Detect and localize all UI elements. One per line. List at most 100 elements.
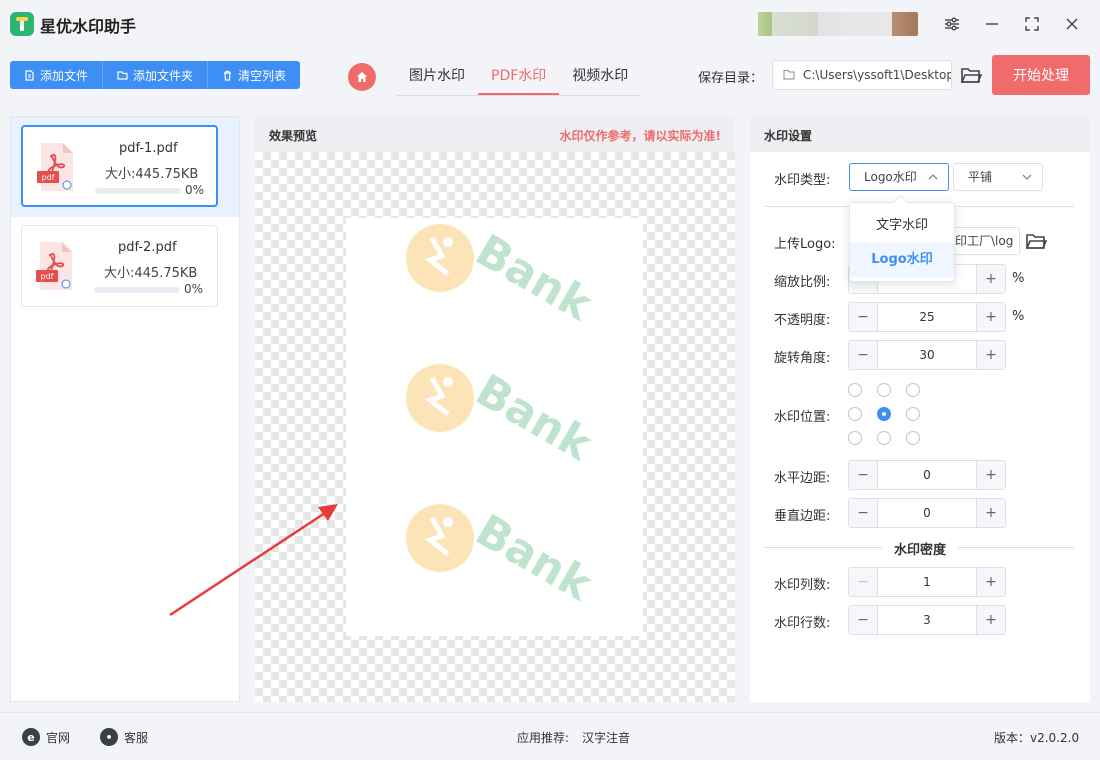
opacity-stepper[interactable]: − 25 + [848,302,1006,332]
position-top-left[interactable] [848,383,862,397]
vmargin-increase-button[interactable]: + [976,499,1005,527]
file-name: pdf-2.pdf [118,240,177,255]
ie-icon: e [22,728,40,746]
file-progress-text: 0% [184,282,204,296]
tab-pdf-watermark[interactable]: PDF水印 [478,58,560,95]
settings-header: 水印设置 [750,116,1090,152]
minimize-icon[interactable] [978,10,1006,38]
density-section-title: 水印密度 [750,539,1090,558]
vertical-margin-stepper[interactable]: − 0 + [848,498,1006,528]
chevron-down-icon [1022,174,1032,180]
opacity-decrease-button[interactable]: − [849,303,878,331]
layout-mode-select[interactable]: 平铺 [953,163,1043,191]
hmargin-decrease-button[interactable]: − [849,461,878,489]
watermark-text: Bank [467,365,601,472]
official-site-link[interactable]: e 官网 [22,728,70,746]
position-top-center[interactable] [877,383,891,397]
watermark-type-select[interactable]: Logo水印 [849,163,949,191]
file-progress-bar [94,287,180,293]
version-text: 版本：v2.0.2.0 [994,731,1080,745]
rows-increase-button[interactable]: + [976,606,1005,634]
position-bottom-right[interactable] [906,431,920,445]
opacity-unit: % [1012,309,1025,324]
customer-service-link[interactable]: • 客服 [100,728,148,746]
add-folder-button[interactable]: 添加文件夹 [103,61,209,89]
settings-sliders-icon[interactable] [938,10,966,38]
file-progress-text: 0% [185,183,205,197]
browse-folder-icon[interactable] [1025,231,1047,251]
columns-label: 水印列数: [774,578,831,593]
file-name: pdf-1.pdf [119,141,178,156]
file-size: 大小:445.75KB [105,167,199,182]
save-dir-path: C:\Users\yssoft1\Desktop [803,68,952,82]
maximize-icon[interactable] [1018,10,1046,38]
rows-stepper[interactable]: − 3 + [848,605,1006,635]
upload-logo-label: 上传Logo: [774,237,836,252]
pdf-file-icon: pdf [37,143,73,191]
watermark-type-tabs: 图片水印 PDF水印 视频水印 [396,58,642,96]
file-size: 大小:445.75KB [104,266,198,281]
hmargin-increase-button[interactable]: + [976,461,1005,489]
vmargin-decrease-button[interactable]: − [849,499,878,527]
rows-decrease-button[interactable]: − [849,606,878,634]
horizontal-margin-stepper[interactable]: − 0 + [848,460,1006,490]
opacity-label: 不透明度: [774,313,831,328]
position-label: 水印位置: [774,410,831,425]
preview-title: 效果预览 [269,129,318,143]
clear-list-button[interactable]: 清空列表 [208,61,301,89]
watermark-text: Bank [467,505,601,612]
watermark-type-dropdown: 文字水印 Logo水印 [849,202,955,282]
start-process-button[interactable]: 开始处理 [992,55,1090,95]
trash-icon [224,70,232,81]
scale-increase-button[interactable]: + [976,265,1005,293]
app-title: 星优水印助手 [40,17,137,36]
dropdown-option-text-watermark[interactable]: 文字水印 [850,209,954,243]
opacity-increase-button[interactable]: + [976,303,1005,331]
position-top-right[interactable] [906,383,920,397]
add-file-button[interactable]: 添加文件 [10,61,104,89]
dropdown-option-logo-watermark[interactable]: Logo水印 [850,243,954,277]
preview-page: Bank Bank Bank [346,218,643,636]
upload-logo-input[interactable]: 印工厂\log [950,227,1020,255]
file-item[interactable]: pdf pdf-1.pdf 大小:445.75KB 0% [21,125,218,207]
rotation-increase-button[interactable]: + [976,341,1005,369]
recommend-label: 应用推荐: [517,731,570,745]
recommend-app-link[interactable]: 汉字注音 [582,729,630,746]
settings-title: 水印设置 [764,129,813,143]
footer: e 官网 • 客服 应用推荐: 汉字注音 版本：v2.0.2.0 [0,712,1100,760]
vertical-margin-label: 垂直边距: [774,509,831,524]
watermark-logo: Bank [406,504,601,612]
tab-video-watermark[interactable]: 视频水印 [559,58,641,95]
watermark-text: Bank [467,225,601,332]
columns-increase-button[interactable]: + [976,568,1005,596]
home-button[interactable] [348,63,376,91]
svg-text:pdf: pdf [42,173,55,182]
watermark-type-label: 水印类型: [774,173,831,188]
user-avatar[interactable] [758,12,918,36]
annotation-arrow [169,504,338,617]
file-item[interactable]: pdf pdf-2.pdf 大小:445.75KB 0% [21,225,218,307]
preview-note: 水印仅作参考，请以实际为准! [559,129,721,143]
scale-label: 缩放比例: [774,275,831,290]
position-bottom-left[interactable] [848,431,862,445]
rotation-stepper[interactable]: − 30 + [848,340,1006,370]
file-icon [25,69,34,81]
rows-label: 水印行数: [774,616,831,631]
rotation-decrease-button[interactable]: − [849,341,878,369]
position-center[interactable] [877,407,891,421]
chat-icon: • [100,728,118,746]
columns-stepper[interactable]: − 1 + [848,567,1006,597]
save-dir-input[interactable]: C:\Users\yssoft1\Desktop [772,60,952,90]
home-icon [357,72,367,82]
position-middle-left[interactable] [848,407,862,421]
browse-folder-icon[interactable] [960,64,982,86]
save-dir-label: 保存目录： [698,71,764,86]
title-bar: 星优水印助手 [0,0,1100,48]
columns-decrease-button[interactable]: − [849,568,878,596]
close-icon[interactable] [1058,10,1086,38]
tab-image-watermark[interactable]: 图片水印 [396,58,478,95]
file-action-buttons: 添加文件 添加文件夹 清空列表 [10,61,301,89]
position-middle-right[interactable] [906,407,920,421]
folder-icon [783,70,795,80]
position-bottom-center[interactable] [877,431,891,445]
